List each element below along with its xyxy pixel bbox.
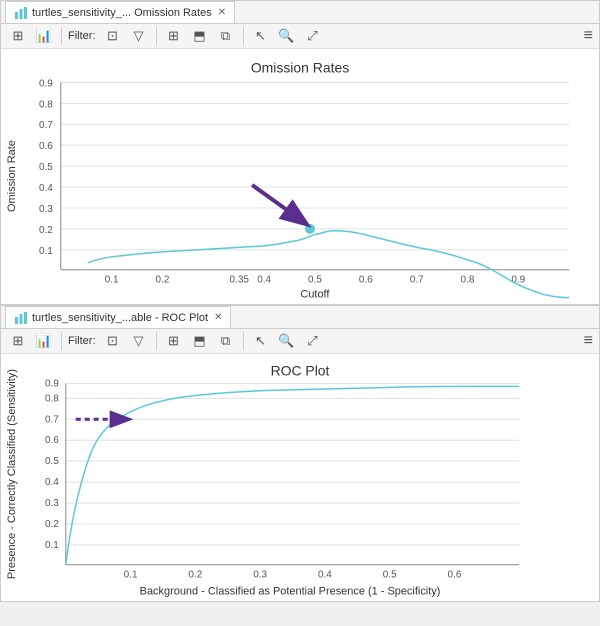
omission-rates-tab[interactable]: turtles_sensitivity_... Omission Rates ✕ bbox=[5, 1, 235, 23]
x-tick-1: 0.1 bbox=[105, 275, 119, 286]
roc-y-tick-2: 0.2 bbox=[45, 519, 59, 530]
copy-btn[interactable]: ⧉ bbox=[215, 25, 237, 47]
toolbar-sep-3 bbox=[243, 27, 244, 45]
roc-y-tick-4: 0.4 bbox=[45, 477, 59, 488]
top-panel: turtles_sensitivity_... Omission Rates ✕… bbox=[0, 0, 600, 305]
toolbar-sep-2 bbox=[156, 27, 157, 45]
b-pointer-btn[interactable]: ↖ bbox=[250, 330, 272, 352]
x-axis-label-top: Cutoff bbox=[300, 289, 330, 301]
bottom-menu-btn[interactable]: ≡ bbox=[584, 332, 593, 350]
pointer-btn[interactable]: ↖ bbox=[250, 25, 272, 47]
roc-x-axis-label: Background - Classified as Potential Pre… bbox=[140, 586, 441, 598]
b-chart-view-btn[interactable]: 📊 bbox=[33, 330, 55, 352]
roc-tab-label: turtles_sensitivity_...able - ROC Plot bbox=[32, 312, 208, 324]
roc-curve bbox=[66, 386, 519, 564]
roc-tab-close[interactable]: ✕ bbox=[214, 312, 222, 323]
b-extent-btn[interactable]: ⤢ bbox=[302, 330, 324, 352]
top-toolbar: ⊞ 📊 Filter: ⊡ ▽ ⊞ ⬒ ⧉ ↖ 🔍 ⤢ ≡ bbox=[1, 24, 599, 49]
export-btn[interactable]: ⬒ bbox=[189, 25, 211, 47]
roc-y-tick-1: 0.1 bbox=[45, 540, 59, 551]
chart-view-btn[interactable]: 📊 bbox=[33, 25, 55, 47]
roc-svg: ROC Plot 0.1 0.2 0.3 0.4 0.5 0.6 0.7 bbox=[1, 354, 599, 601]
x-tick-5: 0.5 bbox=[308, 275, 322, 286]
y-tick-9: 0.9 bbox=[39, 78, 53, 89]
roc-x-tick-6: 0.6 bbox=[448, 570, 462, 581]
omission-rates-svg: Omission Rates 0.1 0.2 0.3 0.4 0.5 0.6 bbox=[1, 49, 599, 304]
roc-x-tick-4: 0.4 bbox=[318, 570, 332, 581]
filter-btn-1[interactable]: ⊡ bbox=[102, 25, 124, 47]
omission-rates-chart: Omission Rates 0.1 0.2 0.3 0.4 0.5 0.6 bbox=[1, 49, 599, 304]
toolbar-right-bottom: ≡ bbox=[584, 332, 593, 350]
x-tick-3: 0.35 bbox=[230, 275, 250, 286]
roc-x-tick-1: 0.1 bbox=[124, 570, 138, 581]
roc-y-tick-6: 0.6 bbox=[45, 435, 59, 446]
x-tick-6: 0.6 bbox=[359, 275, 373, 286]
roc-tab-icon bbox=[14, 311, 28, 325]
x-tick-2: 0.2 bbox=[156, 275, 170, 286]
roc-title: ROC Plot bbox=[271, 362, 330, 378]
zoom-btn[interactable]: 🔍 bbox=[276, 25, 298, 47]
b-zoom-btn[interactable]: 🔍 bbox=[276, 330, 298, 352]
omission-rates-tab-close[interactable]: ✕ bbox=[218, 7, 226, 18]
toolbar-sep-1 bbox=[61, 27, 62, 45]
y-tick-7: 0.7 bbox=[39, 120, 53, 131]
x-tick-7: 0.7 bbox=[410, 275, 424, 286]
bottom-tab-bar: turtles_sensitivity_...able - ROC Plot ✕ bbox=[1, 306, 599, 329]
b-grid-btn[interactable]: ⊞ bbox=[163, 330, 185, 352]
chart-tab-icon bbox=[14, 6, 28, 20]
filter-label: Filter: bbox=[68, 30, 96, 42]
extent-btn[interactable]: ⤢ bbox=[302, 25, 324, 47]
roc-plot-tab[interactable]: turtles_sensitivity_...able - ROC Plot ✕ bbox=[5, 306, 231, 328]
roc-x-tick-3: 0.3 bbox=[253, 570, 267, 581]
y-tick-5: 0.5 bbox=[39, 162, 53, 173]
b-toolbar-sep-1 bbox=[61, 332, 62, 350]
roc-y-tick-7: 0.7 bbox=[45, 414, 59, 425]
omission-rates-title: Omission Rates bbox=[251, 59, 349, 75]
filter-btn-2[interactable]: ▽ bbox=[128, 25, 150, 47]
b-table-view-btn[interactable]: ⊞ bbox=[7, 330, 29, 352]
roc-x-tick-5: 0.5 bbox=[383, 570, 397, 581]
b-filter-label: Filter: bbox=[68, 335, 96, 347]
x-tick-8: 0.8 bbox=[461, 275, 475, 286]
roc-chart: ROC Plot 0.1 0.2 0.3 0.4 0.5 0.6 0.7 bbox=[1, 354, 599, 601]
omission-highlight-dot bbox=[305, 224, 315, 234]
b-export-btn[interactable]: ⬒ bbox=[189, 330, 211, 352]
y-tick-4: 0.4 bbox=[39, 183, 53, 194]
roc-y-tick-3: 0.3 bbox=[45, 498, 59, 509]
omission-arrow bbox=[252, 185, 305, 223]
b-filter-btn-2[interactable]: ▽ bbox=[128, 330, 150, 352]
table-view-btn[interactable]: ⊞ bbox=[7, 25, 29, 47]
y-tick-1: 0.1 bbox=[39, 246, 53, 257]
y-tick-2: 0.2 bbox=[39, 225, 53, 236]
b-toolbar-sep-3 bbox=[243, 332, 244, 350]
omission-rates-tab-label: turtles_sensitivity_... Omission Rates bbox=[32, 7, 212, 19]
bottom-toolbar: ⊞ 📊 Filter: ⊡ ▽ ⊞ ⬒ ⧉ ↖ 🔍 ⤢ ≡ bbox=[1, 329, 599, 354]
y-tick-8: 0.8 bbox=[39, 99, 53, 110]
roc-y-axis-label: Presence - Correctly Classified (Sensiti… bbox=[6, 369, 18, 579]
x-tick-4: 0.4 bbox=[257, 275, 271, 286]
roc-highlight-dot bbox=[113, 414, 123, 424]
grid-btn[interactable]: ⊞ bbox=[163, 25, 185, 47]
roc-y-tick-8: 0.8 bbox=[45, 393, 59, 404]
y-axis-label-top: Omission Rate bbox=[6, 140, 18, 212]
b-copy-btn[interactable]: ⧉ bbox=[215, 330, 237, 352]
top-menu-btn[interactable]: ≡ bbox=[584, 27, 593, 45]
omission-curve bbox=[88, 231, 569, 298]
roc-y-tick-5: 0.5 bbox=[45, 456, 59, 467]
b-toolbar-sep-2 bbox=[156, 332, 157, 350]
toolbar-right-top: ≡ bbox=[584, 27, 593, 45]
y-tick-6: 0.6 bbox=[39, 141, 53, 152]
roc-x-tick-2: 0.2 bbox=[188, 570, 202, 581]
roc-y-tick-9: 0.9 bbox=[45, 378, 59, 389]
bottom-panel: turtles_sensitivity_...able - ROC Plot ✕… bbox=[0, 305, 600, 602]
top-tab-bar: turtles_sensitivity_... Omission Rates ✕ bbox=[1, 1, 599, 24]
y-tick-3: 0.3 bbox=[39, 204, 53, 215]
b-filter-btn-1[interactable]: ⊡ bbox=[102, 330, 124, 352]
